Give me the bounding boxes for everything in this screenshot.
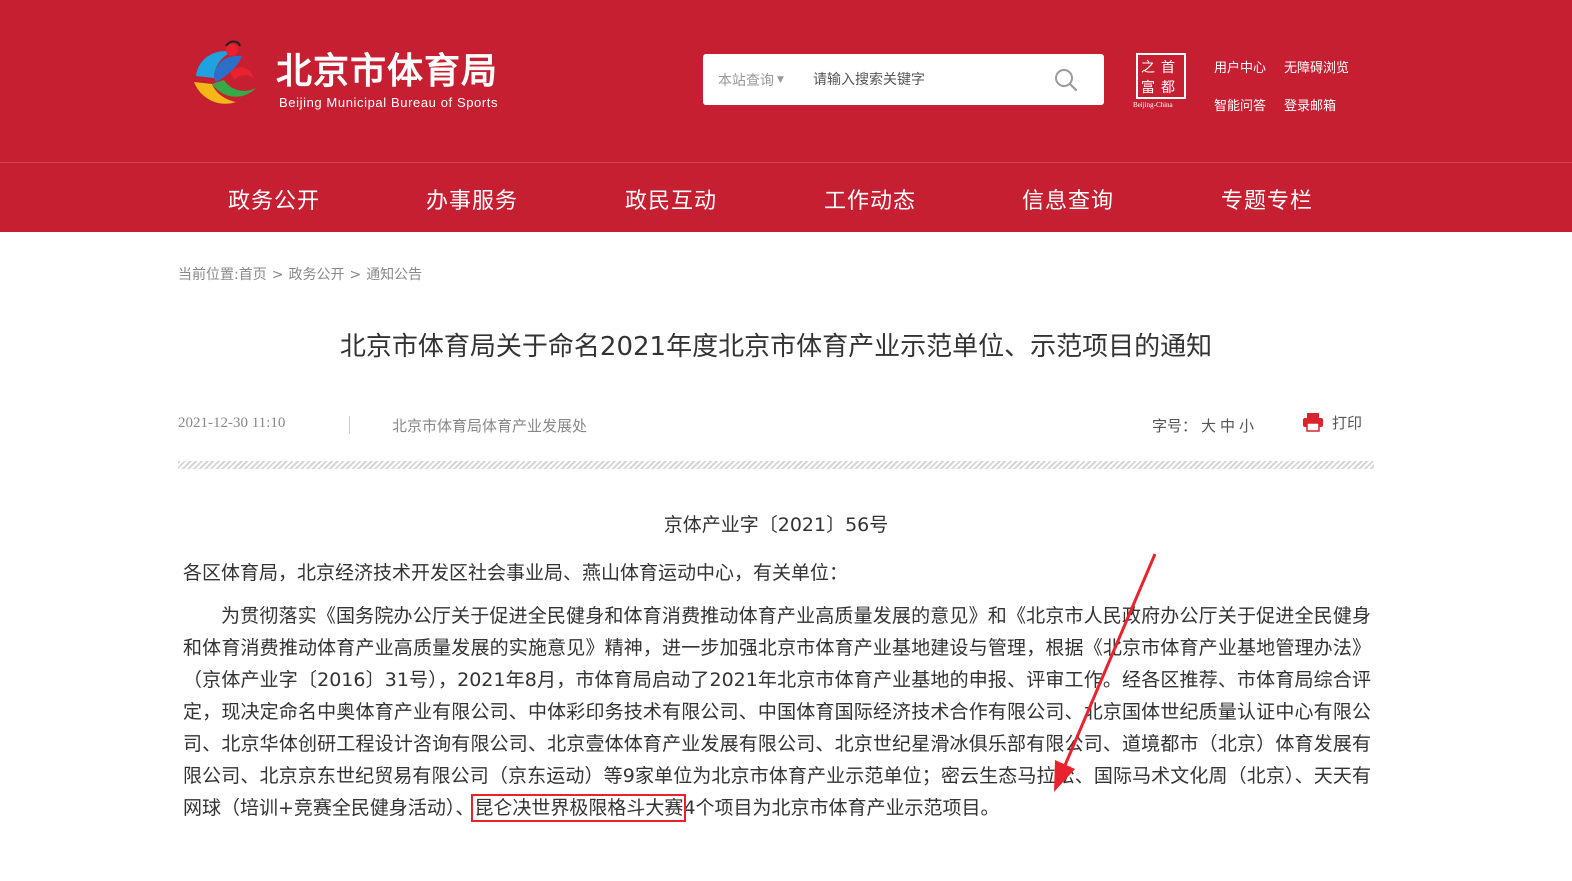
publish-date: 2021-12-30 11:10 [178,415,286,431]
font-size-large-button[interactable]: 大 [1201,417,1216,435]
accessibility-link[interactable]: 无障碍浏览 [1284,57,1349,76]
site-name[interactable]: 北京市体育局 [276,42,498,94]
document-number: 京体产业字〔2021〕56号 [663,514,889,536]
site-header: 北京市体育局 Beijing Municipal Bureau of Sport… [0,0,1572,162]
svg-text:都: 都 [1161,80,1175,96]
search-scope-label: 本站查询 [718,73,774,89]
font-size-medium-button[interactable]: 中 [1220,417,1235,435]
nav-item-services[interactable]: 办事服务 [426,183,518,215]
search-icon[interactable] [1053,67,1079,93]
breadcrumb-home[interactable]: 首页 [239,267,267,283]
article-title: 北京市体育局关于命名2021年度北京市体育产业示范单位、示范项目的通知 [339,332,1213,362]
printer-icon [1303,413,1323,432]
breadcrumb-separator: > [271,267,284,283]
user-center-link[interactable]: 用户中心 [1214,57,1266,76]
main-nav: 政务公开 办事服务 政民互动 工作动态 信息查询 专题专栏 [0,162,1572,232]
nav-item-info-query[interactable]: 信息查询 [1022,183,1114,215]
sports-logo-icon[interactable] [186,38,262,114]
font-size-control: 字号：大中小 [1152,415,1254,436]
caret-down-icon: ▼ [777,75,784,85]
breadcrumb-separator: > [349,267,362,283]
font-size-small-button[interactable]: 小 [1239,417,1254,435]
site-name-en: Beijing Municipal Bureau of Sports [279,95,499,110]
nav-item-special-topics[interactable]: 专题专栏 [1221,183,1313,215]
print-label: 打印 [1332,414,1363,432]
capital-logo-icon[interactable]: 之 首 富 都 [1135,52,1187,108]
article-body: 为贯彻落实《国务院办公厅关于促进全民健身和体育消费推动体育产业高质量发展的意见》… [183,600,1371,824]
nav-item-work-news[interactable]: 工作动态 [824,183,916,215]
article-source: 北京市体育局体育产业发展处 [392,417,588,435]
breadcrumb: 当前位置:首页 > 政务公开 > 通知公告 [178,264,422,284]
salutation: 各区体育局，北京经济技术开发区社会事业局、燕山体育运动中心，有关单位： [183,562,849,584]
breadcrumb-gov-affairs[interactable]: 政务公开 [288,267,344,283]
print-button[interactable]: 打印 [1302,412,1362,433]
hatched-divider [178,461,1374,469]
login-mail-link[interactable]: 登录邮箱 [1284,95,1336,114]
breadcrumb-notices[interactable]: 通知公告 [366,267,422,283]
svg-text:之: 之 [1141,60,1155,76]
meta-divider [349,416,350,434]
font-size-label: 字号： [1152,417,1198,435]
svg-text:首: 首 [1161,60,1175,76]
smart-qa-link[interactable]: 智能问答 [1214,95,1266,114]
breadcrumb-prefix: 当前位置: [178,267,239,283]
nav-item-gov-affairs[interactable]: 政务公开 [228,183,320,215]
search-input[interactable] [813,67,1043,93]
highlighted-project: 昆仑决世界极限格斗大赛 [471,794,687,822]
capital-logo-caption: Beijing-China [1133,101,1173,109]
body-text-part: 4个项目为北京市体育产业示范项目。 [683,797,1000,819]
svg-text:富: 富 [1141,79,1155,96]
body-text-part: 为贯彻落实《国务院办公厅关于促进全民健身和体育消费推动体育产业高质量发展的意见》… [183,605,1371,819]
search-box: 本站查询 ▼ [703,54,1104,105]
search-scope-select[interactable]: 本站查询 ▼ [718,70,784,90]
nav-item-interaction[interactable]: 政民互动 [625,183,717,215]
